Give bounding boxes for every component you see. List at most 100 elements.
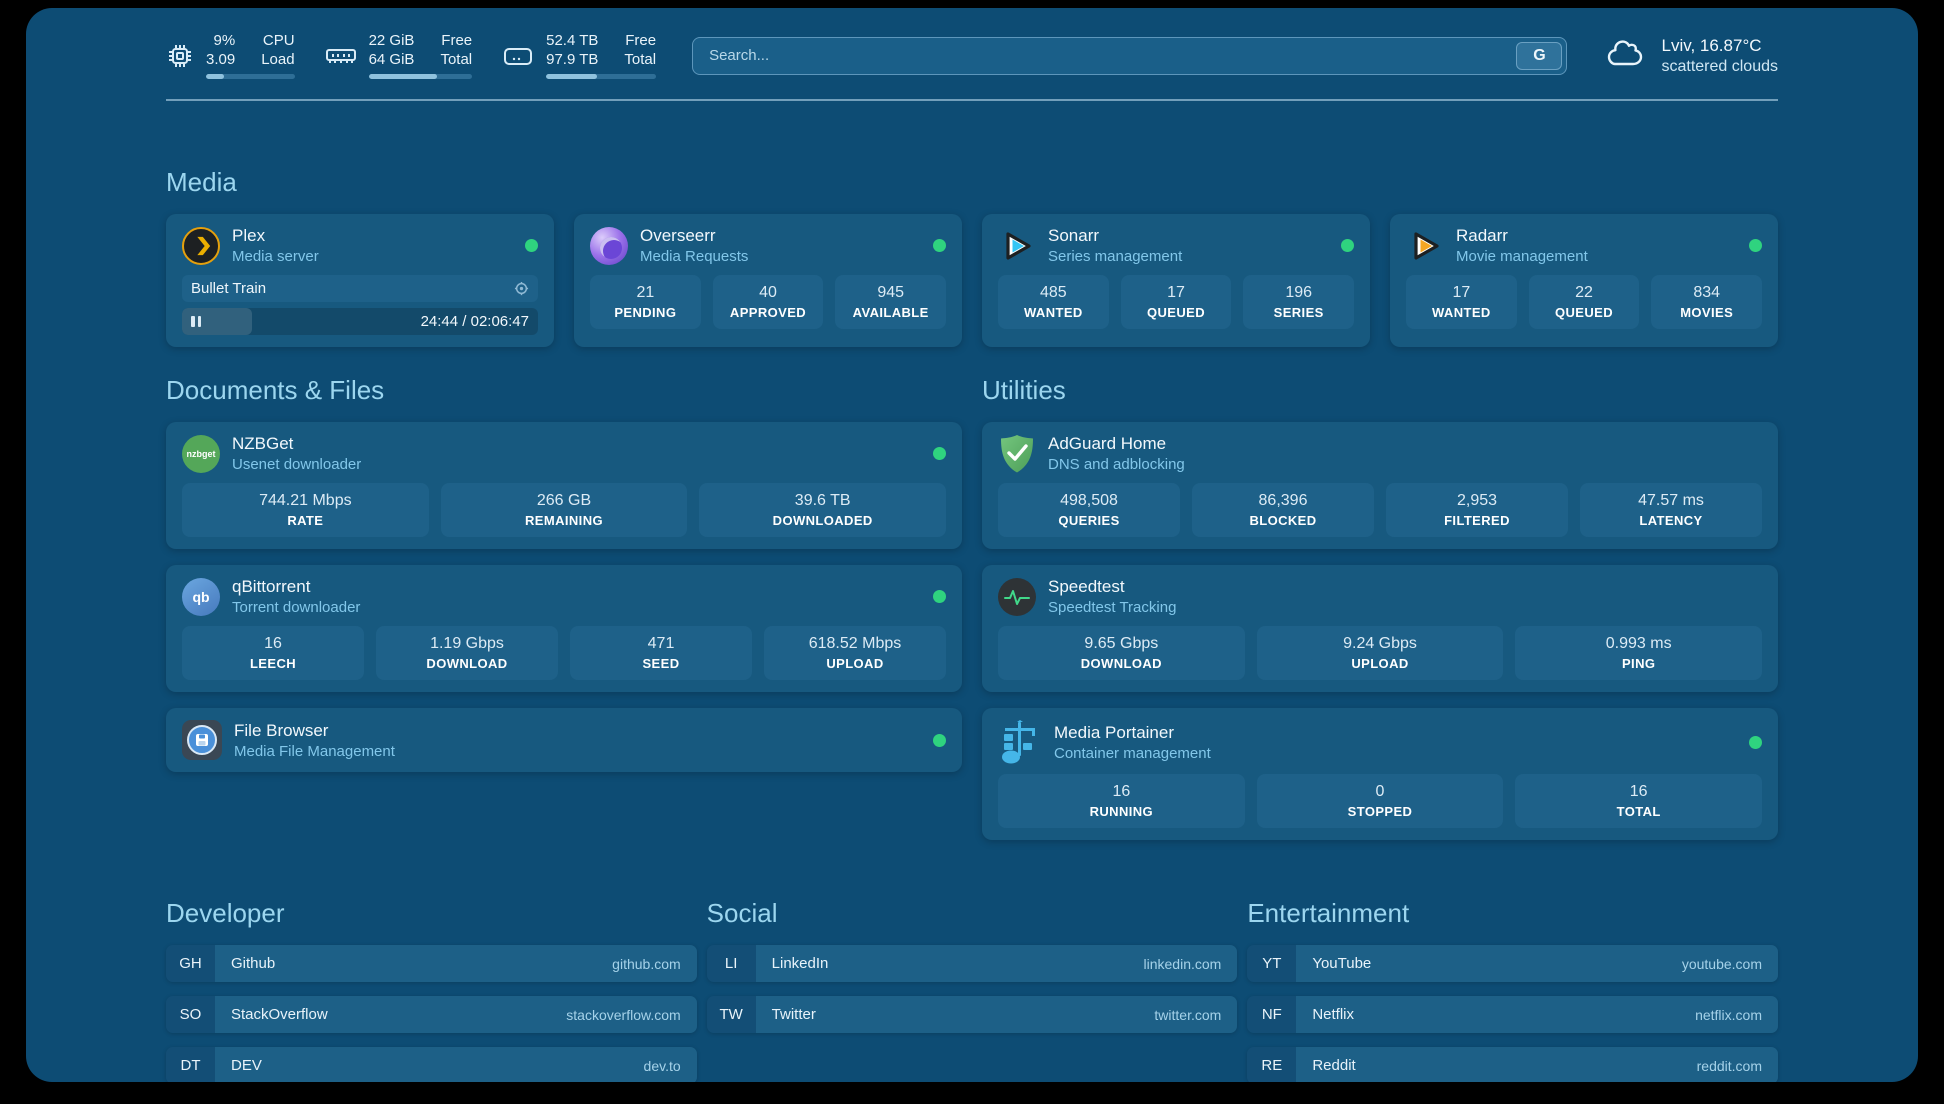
stat-tile: 16 TOTAL	[1515, 774, 1762, 828]
stat-tile: 9.24 Gbps UPLOAD	[1257, 626, 1504, 680]
filebrowser-icon	[182, 720, 222, 760]
bookmark-url: dev.to	[644, 1058, 681, 1074]
bookmark-url: twitter.com	[1154, 1007, 1221, 1023]
app-subtitle: Series management	[1048, 248, 1182, 265]
ram-icon	[325, 43, 357, 69]
stat-tile: 1.19 Gbps DOWNLOAD	[376, 626, 558, 680]
section-title-social: Social	[707, 898, 1238, 929]
pause-button[interactable]	[191, 316, 201, 327]
app-card-adguard[interactable]: AdGuard Home DNS and adblocking 498,508 …	[982, 422, 1778, 549]
stat-tile: 834 MOVIES	[1651, 275, 1762, 329]
cpu-icon	[166, 42, 194, 70]
stat-tile: 9.65 Gbps DOWNLOAD	[998, 626, 1245, 680]
bookmark-linkedin[interactable]: LI LinkedIn linkedin.com	[707, 945, 1238, 982]
cpu-load-label: Load	[261, 51, 294, 68]
bookmarks-developer: Developer GH Github github.com SO StackO…	[166, 898, 697, 1082]
bookmarks-social: Social LI LinkedIn linkedin.com TW Twitt…	[707, 898, 1238, 1082]
ram-stat: 22 GiB 64 GiB Free Total	[325, 32, 473, 79]
stat-tile: 471 SEED	[570, 626, 752, 680]
app-card-radarr[interactable]: Radarr Movie management 17 WANTED 22 QUE…	[1390, 214, 1778, 347]
bookmark-stackoverflow[interactable]: SO StackOverflow stackoverflow.com	[166, 996, 697, 1033]
bookmark-reddit[interactable]: RE Reddit reddit.com	[1247, 1047, 1778, 1082]
cpu-usage-value: 9%	[214, 32, 236, 49]
ram-free-label: Free	[441, 32, 472, 49]
ram-free-value: 22 GiB	[369, 32, 415, 49]
section-documents: Documents & Files nzbget NZBGet Usenet d…	[166, 375, 962, 840]
status-dot	[933, 239, 946, 252]
bookmark-url: reddit.com	[1697, 1058, 1762, 1074]
bookmark-abbr: YT	[1247, 945, 1296, 982]
overseerr-icon	[590, 227, 628, 265]
radarr-icon	[1406, 227, 1444, 265]
app-name: qBittorrent	[232, 577, 360, 597]
status-dot	[933, 734, 946, 747]
dashboard-screen: 9% 3.09 CPU Load	[26, 8, 1918, 1082]
section-title-developer: Developer	[166, 898, 697, 929]
bookmark-name: DEV	[231, 1057, 262, 1074]
bookmark-netflix[interactable]: NF Netflix netflix.com	[1247, 996, 1778, 1033]
system-stats: 9% 3.09 CPU Load	[166, 32, 656, 79]
app-subtitle: Media File Management	[234, 743, 395, 760]
bookmark-dev[interactable]: DT DEV dev.to	[166, 1047, 697, 1082]
playback-time: 24:44 / 02:06:47	[421, 313, 529, 330]
status-dot	[933, 447, 946, 460]
app-card-overseerr[interactable]: Overseerr Media Requests 21 PENDING 40 A…	[574, 214, 962, 347]
disk-icon	[502, 43, 534, 69]
bookmark-abbr: NF	[1247, 996, 1296, 1033]
bookmark-twitter[interactable]: TW Twitter twitter.com	[707, 996, 1238, 1033]
disk-stat: 52.4 TB 97.9 TB Free Total	[502, 32, 656, 79]
bookmark-url: linkedin.com	[1144, 956, 1222, 972]
app-card-sonarr[interactable]: Sonarr Series management 485 WANTED 17 Q…	[982, 214, 1370, 347]
bookmark-url: netflix.com	[1695, 1007, 1762, 1023]
qbittorrent-icon: qb	[182, 578, 220, 616]
topbar-divider	[166, 99, 1778, 101]
app-subtitle: Container management	[1054, 745, 1211, 762]
stat-tile: 17 WANTED	[1406, 275, 1517, 329]
cloud-icon	[1603, 36, 1649, 75]
app-card-plex[interactable]: Plex Media server Bullet Train	[166, 214, 554, 347]
status-dot	[1749, 736, 1762, 749]
app-card-nzbget[interactable]: nzbget NZBGet Usenet downloader 744.21 M…	[166, 422, 962, 549]
stat-tile: 2,953 FILTERED	[1386, 483, 1568, 537]
status-dot	[525, 239, 538, 252]
disk-progress-bar	[546, 74, 656, 79]
bookmark-name: Reddit	[1312, 1057, 1355, 1074]
disk-free-value: 52.4 TB	[546, 32, 598, 49]
search-bar: G	[692, 37, 1567, 75]
weather-widget[interactable]: Lviv, 16.87°C scattered clouds	[1603, 36, 1778, 76]
stat-tile: 16 LEECH	[182, 626, 364, 680]
bookmark-name: Netflix	[1312, 1006, 1354, 1023]
app-subtitle: Usenet downloader	[232, 456, 361, 473]
bookmark-youtube[interactable]: YT YouTube youtube.com	[1247, 945, 1778, 982]
app-card-speedtest[interactable]: Speedtest Speedtest Tracking 9.65 Gbps D…	[982, 565, 1778, 692]
app-name: Plex	[232, 226, 319, 246]
stat-tile: 86,396 BLOCKED	[1192, 483, 1374, 537]
app-subtitle: Torrent downloader	[232, 599, 360, 616]
section-media: Media Plex Media server Bullet Train	[166, 167, 1778, 347]
stat-tile: 618.52 Mbps UPLOAD	[764, 626, 946, 680]
gear-icon[interactable]	[514, 281, 529, 296]
app-card-portainer[interactable]: Media Portainer Container management 16 …	[982, 708, 1778, 840]
bookmark-github[interactable]: GH Github github.com	[166, 945, 697, 982]
app-name: Media Portainer	[1054, 723, 1211, 743]
status-dot	[933, 590, 946, 603]
section-title-entertainment: Entertainment	[1247, 898, 1778, 929]
app-card-filebrowser[interactable]: File Browser Media File Management	[166, 708, 962, 772]
bookmark-abbr: RE	[1247, 1047, 1296, 1082]
app-name: Sonarr	[1048, 226, 1182, 246]
bookmark-name: Github	[231, 955, 275, 972]
app-subtitle: Media server	[232, 248, 319, 265]
ram-total-label: Total	[440, 51, 472, 68]
speedtest-icon	[998, 578, 1036, 616]
app-name: Overseerr	[640, 226, 748, 246]
weather-condition: scattered clouds	[1661, 58, 1778, 76]
weather-location-temp: Lviv, 16.87°C	[1661, 36, 1778, 56]
search-input[interactable]	[692, 37, 1567, 75]
app-subtitle: Media Requests	[640, 248, 748, 265]
bookmark-name: StackOverflow	[231, 1006, 328, 1023]
disk-total-value: 97.9 TB	[546, 51, 598, 68]
bookmark-name: LinkedIn	[772, 955, 829, 972]
search-engine-button[interactable]: G	[1516, 42, 1562, 70]
app-name: File Browser	[234, 721, 395, 741]
app-card-qbittorrent[interactable]: qb qBittorrent Torrent downloader 16 LEE…	[166, 565, 962, 692]
